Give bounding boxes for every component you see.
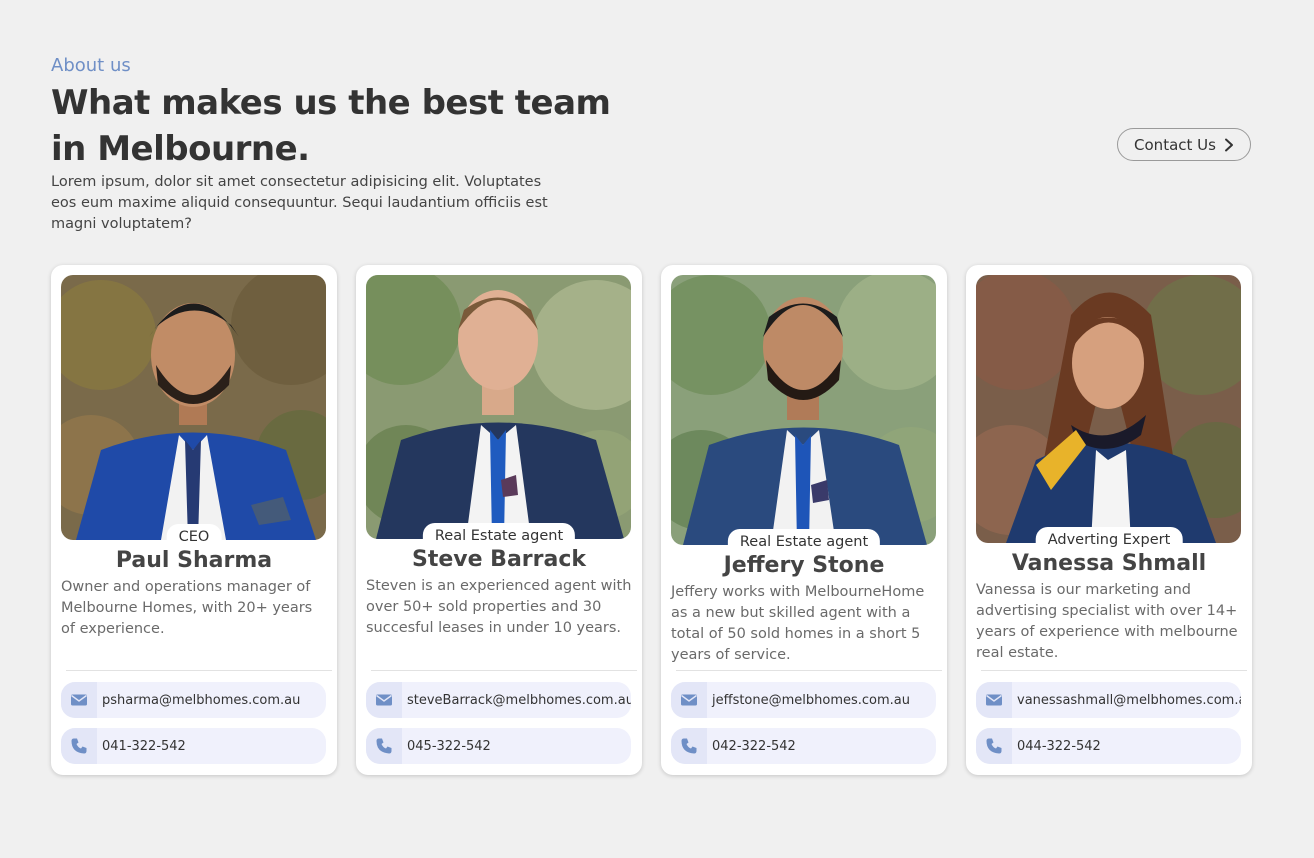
phone-text: 041-322-542 [102,738,186,754]
card-divider [981,670,1247,671]
contact-us-button[interactable]: Contact Us [1117,128,1251,161]
role-badge: CEO [166,524,222,548]
email-link[interactable]: psharma@melbhomes.com.au [61,682,326,718]
email-text: steveBarrack@melbhomes.com.au [407,692,631,708]
envelope-icon [61,682,97,718]
member-name: Steve Barrack [411,547,587,572]
team-card-steve-barrack: Real Estate agent Steve Barrack Steven i… [356,265,642,775]
phone-text: 044-322-542 [1017,738,1101,754]
email-text: vanessashmall@melbhomes.com.au [1017,692,1241,708]
member-name: Jeffery Stone [723,553,885,578]
phone-link[interactable]: 045-322-542 [366,728,631,764]
team-photo [976,275,1241,543]
team-card-jeffery-stone: Real Estate agent Jeffery Stone Jeffery … [661,265,947,775]
phone-text: 042-322-542 [712,738,796,754]
email-link[interactable]: vanessashmall@melbhomes.com.au [976,682,1241,718]
email-link[interactable]: steveBarrack@melbhomes.com.au [366,682,631,718]
card-divider [66,670,332,671]
phone-text: 045-322-542 [407,738,491,754]
member-description: Vanessa is our marketing and advertising… [976,582,1238,661]
phone-link[interactable]: 041-322-542 [61,728,326,764]
phone-icon [366,728,402,764]
member-name: Vanessa Shmall [1011,551,1207,576]
team-card-paul-sharma: CEO Paul Sharma Owner and operations man… [51,265,337,775]
contact-us-label: Contact Us [1134,135,1216,154]
team-photo [366,275,631,539]
team-photo [671,275,936,545]
phone-link[interactable]: 042-322-542 [671,728,936,764]
phone-icon [61,728,97,764]
phone-icon [671,728,707,764]
role-badge: Real Estate agent [422,523,576,547]
email-text: psharma@melbhomes.com.au [102,692,301,708]
envelope-icon [366,682,402,718]
card-divider [371,670,637,671]
member-name: Paul Sharma [115,548,273,573]
phone-icon [976,728,1012,764]
member-description: Steven is an experienced agent with over… [366,578,632,636]
role-badge: Real Estate agent [727,529,881,553]
team-photo [61,275,326,540]
email-link[interactable]: jeffstone@melbhomes.com.au [671,682,936,718]
chevron-right-icon [1224,138,1233,151]
section-eyebrow: About us [51,55,131,76]
role-badge: Adverting Expert [1035,527,1183,551]
member-description: Owner and operations manager of Melbourn… [61,579,313,637]
card-divider [676,670,942,671]
phone-link[interactable]: 044-322-542 [976,728,1241,764]
intro-text: Lorem ipsum, dolor sit amet consectetur … [51,174,548,232]
page-title: What makes us the best team in Melbourne… [51,83,611,169]
team-card-vanessa-shmall: Adverting Expert Vanessa Shmall Vanessa … [966,265,1252,775]
envelope-icon [976,682,1012,718]
about-section: About us What makes us the best team in … [0,0,1314,858]
envelope-icon [671,682,707,718]
email-text: jeffstone@melbhomes.com.au [712,692,911,708]
member-description: Jeffery works with MelbourneHome as a ne… [671,584,925,663]
